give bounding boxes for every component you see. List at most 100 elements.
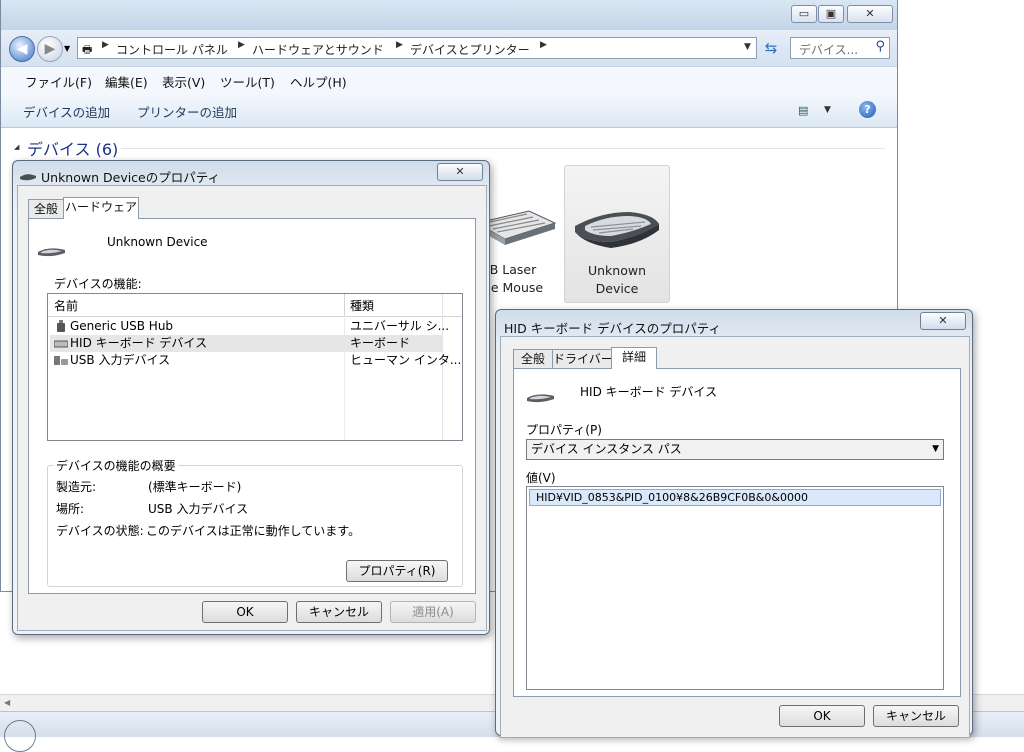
apply-button[interactable]: 適用(A): [390, 601, 476, 623]
search-icon[interactable]: ⚲: [875, 39, 885, 54]
details-tab-page: HID キーボード デバイス プロパティ(P) デバイス インスタンス パス ▼…: [513, 368, 961, 697]
property-select[interactable]: デバイス インスタンス パス ▼: [526, 439, 944, 460]
row-type: キーボード: [350, 336, 411, 350]
tab-general[interactable]: 全般: [513, 349, 553, 369]
column-header-name[interactable]: 名前: [54, 297, 78, 314]
cancel-button[interactable]: キャンセル: [296, 601, 382, 623]
control-panel-icon: 🖶: [82, 43, 93, 56]
search-input[interactable]: デバイス... ⚲: [790, 37, 890, 59]
unknown-device-properties-dialog: Unknown Deviceのプロパティ ✕ 全般 ハードウェア Unknown…: [12, 160, 490, 635]
tab-details[interactable]: 詳細: [611, 347, 657, 369]
keyboard-device-icon: [575, 212, 659, 248]
list-item-selected[interactable]: HID キーボード デバイス キーボード: [50, 335, 442, 352]
hid-keyboard-properties-dialog: HID キーボード デバイスのプロパティ ✕ 全般 ドライバー 詳細 HID キ…: [495, 309, 973, 738]
menu-file[interactable]: ファイル(F): [25, 72, 92, 91]
refresh-icon: ⇆: [764, 39, 778, 57]
menu-tools[interactable]: ツール(T): [220, 72, 275, 91]
title-bar: [1, 0, 897, 30]
row-name: USB 入力デバイス: [70, 353, 171, 367]
tab-hardware[interactable]: ハードウェア: [63, 197, 139, 219]
keyboard-icon: [54, 340, 68, 348]
cancel-button[interactable]: キャンセル: [873, 705, 959, 727]
back-arrow-icon: ◀: [16, 41, 28, 57]
summary-value-status: このデバイスは正常に動作しています。: [146, 524, 361, 538]
dialog-client-area: 全般 ハードウェア Unknown Device デバイスの機能: 名前 種類: [17, 185, 487, 631]
close-icon: ✕: [455, 165, 465, 178]
dialog-client-area: 全般 ドライバー 詳細 HID キーボード デバイス プロパティ(P) デバイス…: [500, 336, 970, 738]
close-button[interactable]: ✕: [920, 312, 966, 330]
refresh-button[interactable]: ⇆: [761, 37, 781, 59]
row-name: Generic USB Hub: [70, 319, 174, 333]
summary-key-manufacturer: 製造元:: [56, 480, 97, 494]
address-bar[interactable]: 🖶 ▶ コントロール パネル ▶ ハードウェアとサウンド ▶ デバイスとプリンタ…: [77, 37, 757, 59]
input-device-icon: [54, 356, 68, 365]
column-divider[interactable]: [344, 294, 345, 316]
value-label: 値(V): [526, 471, 556, 485]
summary-key-location: 場所:: [56, 502, 85, 516]
add-device-button[interactable]: デバイスの追加: [23, 102, 110, 121]
start-orb-icon[interactable]: [4, 720, 36, 752]
breadcrumb-control-panel[interactable]: コントロール パネル: [116, 41, 228, 58]
ok-button[interactable]: OK: [779, 705, 865, 727]
back-button[interactable]: ◀: [9, 36, 35, 62]
device-name: Unknown Device: [107, 235, 208, 249]
device-functions-list[interactable]: 名前 種類 Generic USB Hub ユニバーサル シ... HID キー…: [47, 293, 463, 441]
unknown-device-tile-label-line1: Unknown: [587, 263, 647, 278]
menu-edit[interactable]: 編集(E): [105, 72, 148, 91]
hardware-tab-page: Unknown Device デバイスの機能: 名前 種類 Generic US…: [28, 218, 476, 594]
dialog-title: Unknown Deviceのプロパティ: [41, 170, 220, 185]
usb-hub-icon: [57, 320, 65, 332]
row-name: HID キーボード デバイス: [70, 336, 208, 350]
functions-label: デバイスの機能:: [54, 277, 142, 291]
device-small-icon: [20, 174, 36, 181]
minimize-button[interactable]: ▭: [791, 5, 817, 23]
tab-driver[interactable]: ドライバー: [552, 349, 613, 369]
recent-pages-dropdown-icon[interactable]: ▼: [64, 44, 70, 53]
command-bar: デバイスの追加 プリンターの追加: [1, 93, 897, 128]
menu-view[interactable]: 表示(V): [162, 72, 205, 91]
change-view-icon[interactable]: ▤: [798, 104, 808, 117]
breadcrumb-separator-icon[interactable]: ▶: [396, 40, 403, 50]
tab-general[interactable]: 全般: [28, 199, 64, 219]
search-placeholder: デバイス...: [799, 43, 859, 57]
keyboard-device-icon: [38, 248, 65, 257]
breadcrumb-separator-icon[interactable]: ▶: [238, 40, 245, 50]
properties-button[interactable]: プロパティ(R): [346, 560, 448, 582]
list-item[interactable]: USB 入力デバイス ヒューマン インタ...: [50, 352, 461, 369]
column-header-type[interactable]: 種類: [350, 297, 374, 314]
value-item-selected[interactable]: HID¥VID_0853&PID_0100¥8&26B9CF0B&0&0000: [529, 489, 941, 506]
address-history-dropdown-icon[interactable]: ▼: [744, 42, 751, 52]
view-dropdown-icon[interactable]: ▼: [824, 105, 831, 115]
scroll-left-icon[interactable]: ◀: [4, 698, 10, 707]
forward-button[interactable]: ▶: [37, 36, 63, 62]
unknown-device-tile-label-line2: Device: [595, 281, 639, 296]
breadcrumb-devices-printers[interactable]: デバイスとプリンター: [410, 41, 530, 58]
breadcrumb-separator-icon[interactable]: ▶: [102, 40, 109, 50]
list-item[interactable]: Generic USB Hub ユニバーサル シ...: [50, 318, 449, 335]
value-list[interactable]: HID¥VID_0853&PID_0100¥8&26B9CF0B&0&0000: [526, 486, 944, 690]
ok-button[interactable]: OK: [202, 601, 288, 623]
function-summary-group: デバイスの機能の概要 製造元: (標準キーボード) 場所: USB 入力デバイス…: [47, 457, 463, 587]
device-tile-unknown-device[interactable]: Unknown Device: [564, 165, 670, 303]
summary-value-location: USB 入力デバイス: [148, 502, 249, 516]
breadcrumb-separator-icon[interactable]: ▶: [540, 40, 547, 50]
add-printer-button[interactable]: プリンターの追加: [137, 102, 237, 121]
menu-help[interactable]: ヘルプ(H): [290, 72, 347, 91]
close-button[interactable]: ✕: [847, 5, 893, 23]
summary-key-status: デバイスの状態:: [56, 524, 144, 538]
breadcrumb-hardware-sound[interactable]: ハードウェアとサウンド: [252, 41, 384, 58]
summary-group-title: デバイスの機能の概要: [54, 457, 178, 474]
maximize-button[interactable]: ▣: [818, 5, 844, 23]
close-button[interactable]: ✕: [437, 163, 483, 181]
keyboard-device-icon: [527, 394, 554, 403]
row-type: ヒューマン インタ...: [350, 353, 462, 367]
row-type: ユニバーサル シ...: [350, 319, 450, 333]
list-header: 名前 種類: [48, 294, 462, 440]
collapse-group-icon[interactable]: ◢: [14, 143, 19, 151]
dialog-title: HID キーボード デバイスのプロパティ: [504, 321, 722, 336]
dropdown-arrow-icon[interactable]: ▼: [932, 440, 939, 459]
devices-group-header[interactable]: デバイス (6): [27, 136, 118, 160]
close-icon: ✕: [938, 314, 948, 327]
help-icon[interactable]: ?: [859, 101, 876, 118]
summary-value-manufacturer: (標準キーボード): [148, 480, 242, 494]
